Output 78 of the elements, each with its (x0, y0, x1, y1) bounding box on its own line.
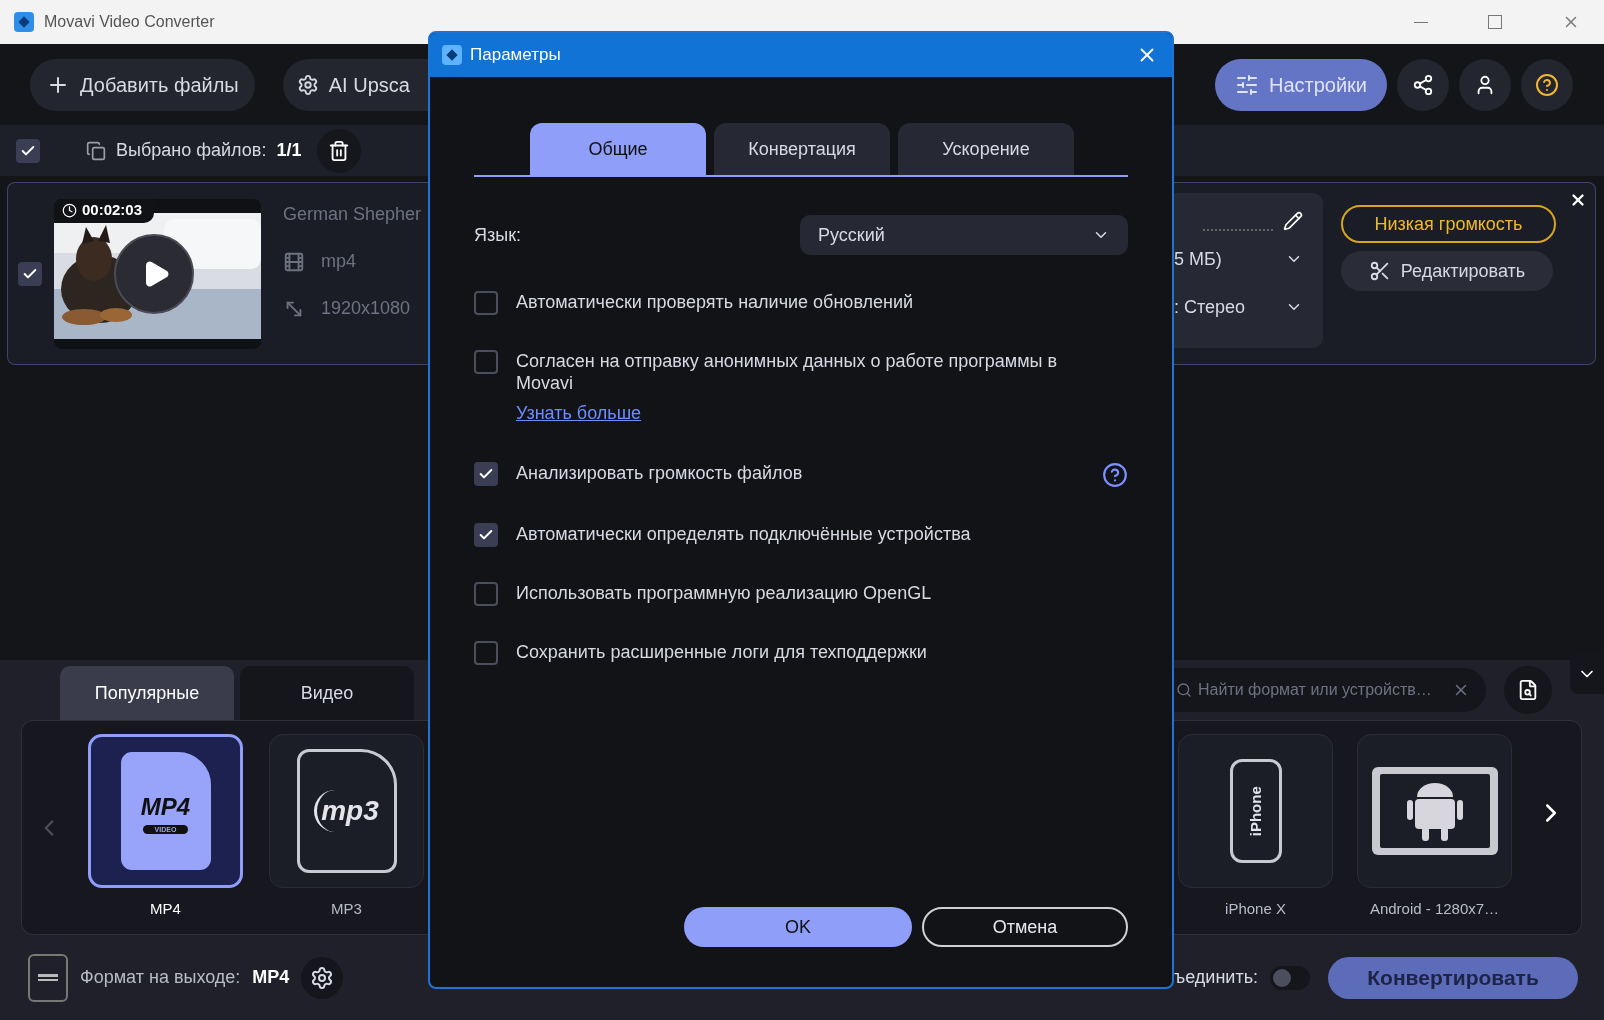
option-label: Сохранить расширенные логи для техподдержки (516, 641, 928, 663)
low-volume-badge: Низкая громкость (1341, 205, 1556, 243)
dialog-title: Параметры (470, 44, 561, 67)
format-tab[interactable]: Видео (240, 666, 414, 720)
settings-tab[interactable]: Конвертация (714, 123, 890, 175)
output-format-label: Формат на выходе: (80, 966, 241, 989)
selection-count: 1/1 (276, 139, 302, 162)
checkbox[interactable] (474, 291, 498, 315)
duration-badge: 00:02:03 (54, 198, 155, 223)
file-name: German Shepher (283, 203, 422, 226)
checkbox[interactable] (16, 138, 40, 163)
settings-tab[interactable]: Общие (530, 123, 706, 175)
sliders-icon (1234, 72, 1259, 97)
language-label: Язык: (474, 223, 522, 247)
edit-button[interactable]: Редактировать (1341, 251, 1553, 291)
ai-upscale-button[interactable]: AI Upsca (282, 58, 428, 111)
add-files-button[interactable]: Добавить файлы (30, 58, 255, 111)
search-placeholder: Найти формат или устройств… (1198, 680, 1433, 700)
app-logo-icon (14, 12, 34, 32)
format-tile[interactable]: iPhone (1178, 734, 1333, 889)
share-icon (1412, 73, 1434, 96)
minimize-icon[interactable] (1414, 21, 1428, 23)
trash-icon (328, 139, 351, 162)
delete-button[interactable] (317, 128, 362, 173)
checkbox[interactable] (18, 261, 42, 286)
files-icon (86, 140, 106, 161)
format-tile[interactable] (1357, 734, 1512, 889)
output-format-icon (28, 953, 68, 1002)
help-icon (1535, 72, 1559, 97)
app-logo-icon (442, 45, 462, 65)
merge-label: ъединить: (1174, 966, 1259, 989)
android-tablet-icon (1369, 765, 1500, 858)
format-tile[interactable]: mp3 (269, 734, 424, 889)
format-icon (283, 250, 305, 273)
learn-more-link[interactable]: Узнать больше (516, 400, 642, 427)
option-label: Автоматически определять подключённые устройства (516, 523, 972, 545)
cancel-button[interactable]: Отмена (922, 907, 1128, 947)
format-label: Android - 1280x7… (1369, 899, 1500, 920)
icon-label: iPhone (1245, 786, 1265, 837)
scissors-icon (1368, 260, 1391, 282)
icon-label: MP4 (140, 791, 191, 822)
option-label: Анализировать громкость файлов (516, 462, 804, 484)
file-search-icon (1517, 679, 1539, 701)
ok-button[interactable]: OK (684, 907, 912, 947)
search-field[interactable]: Найти формат или устройств… (1174, 668, 1486, 712)
checkbox[interactable] (474, 350, 498, 374)
help-icon[interactable] (1102, 462, 1128, 488)
pencil-icon[interactable] (1283, 211, 1303, 231)
format-label: iPhone X (1225, 899, 1286, 920)
settings-tab[interactable]: Ускорение (898, 123, 1074, 175)
format-label: MP4 (150, 899, 181, 920)
audio-dropdown[interactable]: : Стерео (1174, 287, 1303, 327)
checkbox[interactable] (474, 582, 498, 606)
checkbox[interactable] (474, 641, 498, 665)
size-dropdown[interactable]: 5 МБ) (1174, 239, 1303, 279)
option-label: Автоматически проверять наличие обновлений (516, 291, 915, 313)
search-icon (1176, 682, 1192, 698)
file-format: mp4 (321, 250, 356, 273)
icon-label: mp3 (314, 790, 379, 833)
checkbox[interactable] (474, 462, 498, 486)
language-dropdown[interactable]: Русский (800, 215, 1128, 255)
option-label: Использовать программную реализацию OpenGL (516, 582, 933, 604)
clock-icon (62, 203, 77, 218)
checkbox[interactable] (474, 523, 498, 547)
file-resolution: 1920x1080 (321, 297, 411, 320)
format-label: MP3 (331, 899, 362, 920)
window-title: Movavi Video Converter (44, 12, 215, 32)
merge-toggle[interactable] (1270, 965, 1311, 990)
format-tab[interactable]: Популярные (60, 666, 234, 720)
gear-icon (296, 73, 319, 96)
output-format-value: MP4 (252, 966, 290, 989)
remove-file-icon[interactable] (1569, 191, 1587, 209)
selection-label: Выбрано файлов: (116, 139, 267, 162)
find-device-button[interactable] (1504, 666, 1552, 714)
dotted-line (1203, 229, 1273, 231)
maximize-icon[interactable] (1488, 15, 1502, 29)
gear-icon (310, 965, 335, 990)
option-label: Согласен на отправку анонимных данных о работе программы в Movavi (516, 350, 1059, 394)
